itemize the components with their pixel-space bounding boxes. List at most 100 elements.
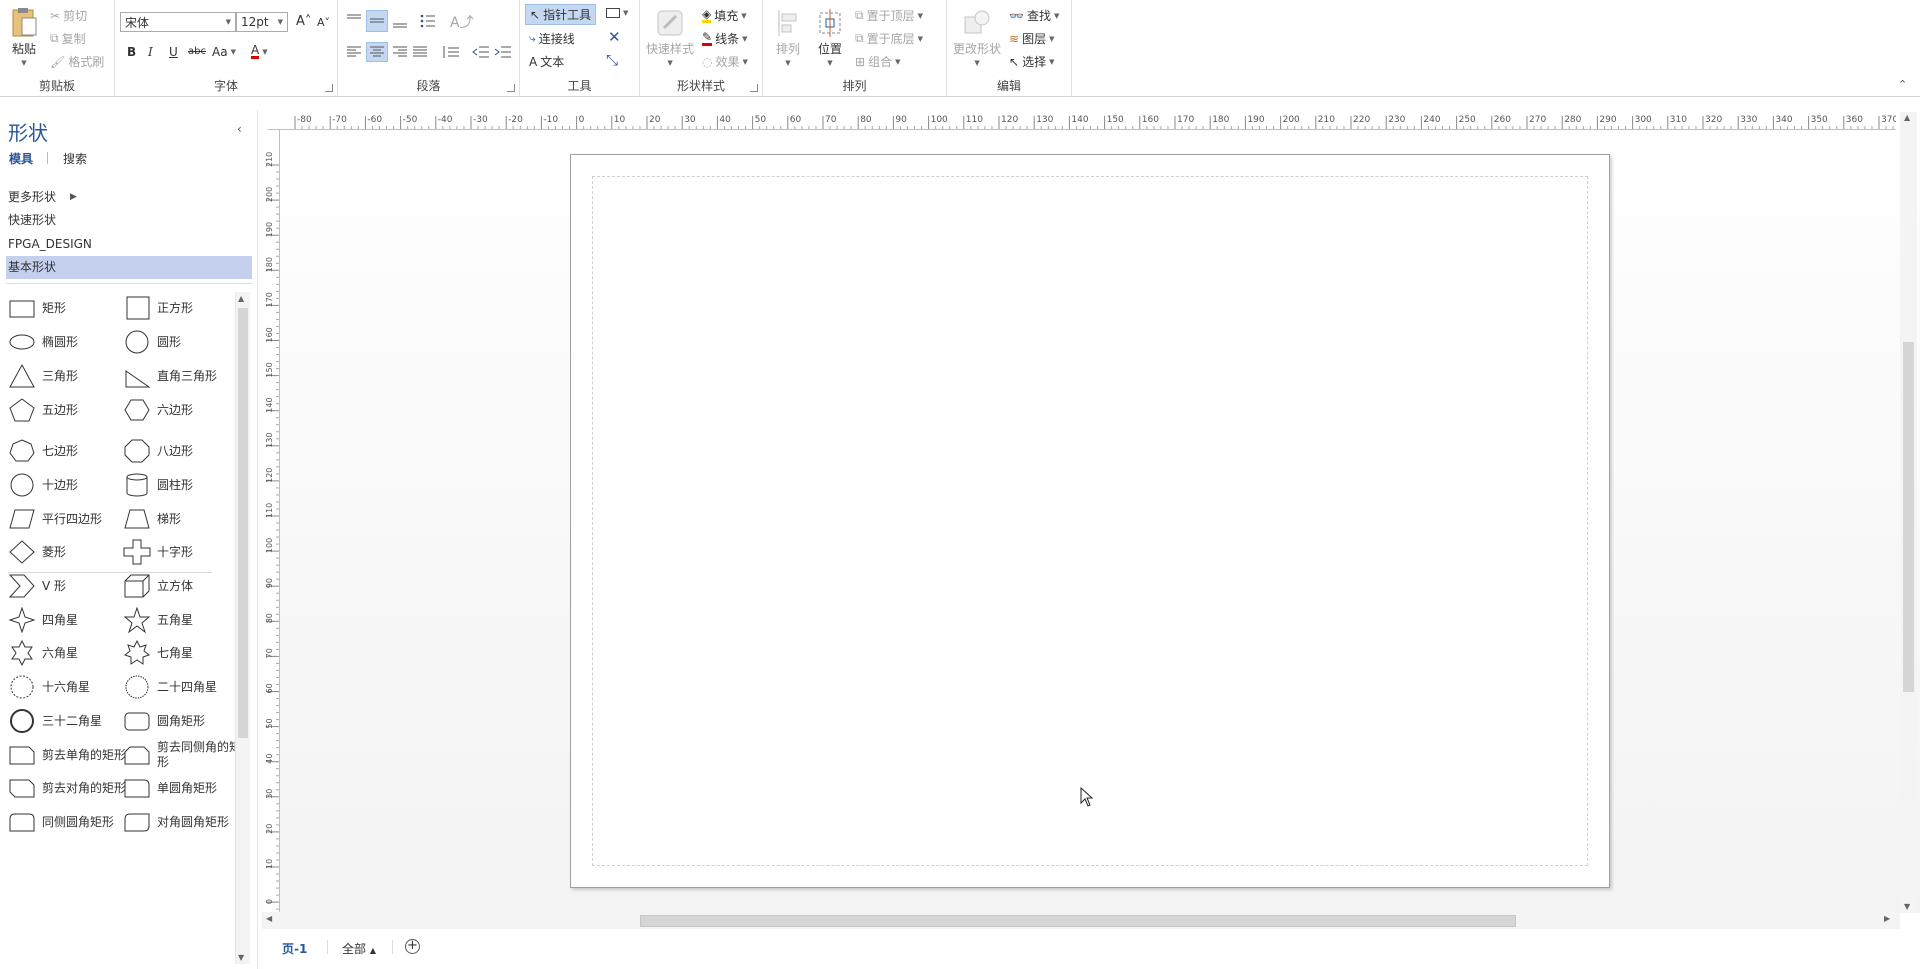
paste-button[interactable]: 粘贴 ▼ — [8, 6, 40, 67]
shape-item[interactable]: 剪去对角的矩形 — [8, 770, 128, 806]
stencil-basic-shapes[interactable]: 基本形状 — [6, 256, 252, 279]
line-button[interactable]: ✎ 线条 ▼ — [702, 30, 747, 47]
group-button[interactable]: ⊞ 组合 ▼ — [855, 53, 900, 70]
page-tab-1[interactable]: 页-1 — [282, 940, 307, 957]
stencil-more-shapes[interactable]: 更多形状 ▶ — [6, 186, 252, 209]
shape-item[interactable]: 圆角矩形 — [123, 703, 240, 739]
shape-item[interactable]: 二十四角星 — [123, 669, 240, 705]
text-direction-button[interactable]: A⤴ — [450, 12, 474, 32]
text-tool-button[interactable]: A 文本 — [529, 53, 564, 70]
shape-item[interactable]: 六边形 — [123, 392, 240, 428]
bring-to-front-button[interactable]: ⧉ 置于顶层 ▼ — [855, 7, 923, 24]
decrease-indent-icon[interactable] — [472, 46, 490, 58]
change-shape-button[interactable]: 更改形状 ▼ — [953, 8, 1001, 67]
shape-item[interactable]: 十六角星 — [8, 669, 128, 705]
shape-item[interactable]: 单圆角矩形 — [123, 770, 240, 806]
drawing-page[interactable] — [570, 154, 1610, 888]
shape-item[interactable]: 椭圆形 — [8, 324, 128, 360]
scroll-up-icon[interactable]: ▲ — [238, 294, 244, 303]
bullets-icon[interactable] — [420, 13, 436, 29]
pointer-tool-button[interactable]: ↖ 指针工具 — [525, 4, 597, 25]
shape-item[interactable]: 八边形 — [123, 433, 240, 469]
tab-search[interactable]: 搜索 — [63, 150, 87, 167]
align-right-icon[interactable] — [392, 46, 408, 58]
shape-item[interactable]: 立方体 — [123, 568, 240, 604]
add-page-button[interactable]: + — [405, 938, 420, 954]
align-center-button[interactable] — [366, 42, 388, 62]
connector-button[interactable]: ⤷ 连接线 — [529, 30, 575, 47]
scroll-right-icon[interactable]: ▶ — [1884, 914, 1890, 923]
shape-item[interactable]: 圆柱形 — [123, 467, 240, 503]
rectangle-tool-button[interactable]: ▼ — [606, 8, 628, 18]
shape-item[interactable]: 三十二角星 — [8, 703, 128, 739]
shape-item[interactable]: 七角星 — [123, 635, 240, 671]
copy-button[interactable]: ⧉ 复制 — [50, 30, 86, 47]
horizontal-scrollbar[interactable]: ◀ ▶ — [262, 912, 1900, 929]
effects-button[interactable]: ◌ 效果 ▼ — [702, 53, 748, 70]
vertical-scrollbar[interactable]: ▲ ▼ — [1900, 112, 1917, 912]
paragraph-spacing-icon[interactable] — [442, 45, 460, 59]
vertical-scroll-thumb[interactable] — [1903, 342, 1914, 692]
justify-icon[interactable] — [412, 46, 428, 58]
shape-item[interactable]: 对角圆角矩形 — [123, 804, 240, 840]
shape-item[interactable]: 平行四边形 — [8, 501, 128, 537]
increase-indent-icon[interactable] — [494, 46, 512, 58]
shape-item[interactable]: 梯形 — [123, 501, 240, 537]
font-name-combo[interactable]: 宋体 ▼ — [120, 12, 236, 32]
shape-styles-dialog-launcher-icon[interactable] — [750, 84, 758, 92]
scroll-left-icon[interactable]: ◀ — [266, 914, 272, 923]
font-dialog-launcher-icon[interactable] — [325, 84, 333, 92]
shape-item[interactable]: 五角星 — [123, 602, 240, 638]
scroll-down-icon[interactable]: ▼ — [1904, 902, 1910, 911]
grow-font-button[interactable]: A˄ — [296, 14, 311, 29]
close-tool-button[interactable]: ✕ — [608, 28, 621, 46]
tab-stencils[interactable]: 模具 — [9, 150, 33, 167]
align-bottom-icon[interactable] — [392, 13, 408, 29]
pane-scrollbar[interactable]: ▲ ▼ — [235, 292, 250, 964]
pane-scroll-thumb[interactable] — [238, 308, 248, 738]
position-button[interactable]: 位置 ▼ — [815, 8, 845, 67]
shape-item[interactable]: 十边形 — [8, 467, 128, 503]
cut-button[interactable]: ✂ 剪切 — [50, 7, 87, 24]
stencil-fpga-design[interactable]: FPGA_DESIGN — [6, 233, 252, 256]
align-top-icon[interactable] — [346, 13, 362, 27]
format-painter-button[interactable]: 🖌 格式刷 — [50, 53, 104, 70]
underline-button[interactable]: U — [169, 45, 178, 59]
shape-item[interactable]: V 形 — [8, 568, 128, 604]
shape-item[interactable]: 三角形 — [8, 358, 128, 394]
scroll-down-icon[interactable]: ▼ — [238, 953, 244, 962]
change-case-button[interactable]: Aa ▼ — [212, 45, 236, 59]
align-left-icon[interactable] — [346, 46, 362, 58]
shape-item[interactable]: 同侧圆角矩形 — [8, 804, 128, 840]
shape-item[interactable]: 五边形 — [8, 392, 128, 428]
collapse-pane-button[interactable]: ‹ — [237, 122, 242, 136]
paragraph-dialog-launcher-icon[interactable] — [507, 84, 515, 92]
shape-item[interactable]: 剪去单角的矩形 — [8, 737, 128, 773]
shape-item[interactable]: 六角星 — [8, 635, 128, 671]
font-size-combo[interactable]: 12pt ▼ — [236, 12, 288, 32]
layers-button[interactable]: ≋ 图层 ▼ — [1009, 30, 1054, 47]
shape-item[interactable]: 圆形 — [123, 324, 240, 360]
horizontal-scroll-thumb[interactable] — [640, 915, 1516, 927]
collapse-ribbon-button[interactable]: ⌃ — [1898, 78, 1907, 91]
shape-item[interactable]: 菱形 — [8, 534, 128, 570]
find-button[interactable]: 👓 查找 ▼ — [1009, 7, 1059, 24]
strikethrough-button[interactable]: abc — [188, 46, 206, 57]
scroll-up-icon[interactable]: ▲ — [1904, 113, 1910, 122]
send-to-back-button[interactable]: ⧉ 置于底层 ▼ — [855, 30, 923, 47]
stencil-quick-shapes[interactable]: 快速形状 — [6, 209, 252, 232]
select-button[interactable]: ↖ 选择 ▼ — [1009, 53, 1054, 70]
quick-styles-button[interactable]: 快速样式 ▼ — [646, 8, 694, 67]
fill-button[interactable]: ◈ 填充 ▼ — [702, 7, 747, 24]
shape-item[interactable]: 直角三角形 — [123, 358, 240, 394]
align-middle-button[interactable] — [366, 10, 388, 32]
shape-item[interactable]: 四角星 — [8, 602, 128, 638]
all-pages-tab[interactable]: 全部 ▲ — [342, 940, 376, 957]
shape-item[interactable]: 七边形 — [8, 433, 128, 469]
shape-item[interactable]: 十字形 — [123, 534, 240, 570]
bold-button[interactable]: B — [127, 45, 136, 59]
shape-item[interactable]: 矩形 — [8, 290, 128, 326]
align-button[interactable]: 排列 ▼ — [775, 8, 801, 67]
font-color-button[interactable]: A ▼ — [251, 44, 268, 59]
shape-item[interactable]: 剪去同侧角的矩形 — [123, 737, 240, 773]
